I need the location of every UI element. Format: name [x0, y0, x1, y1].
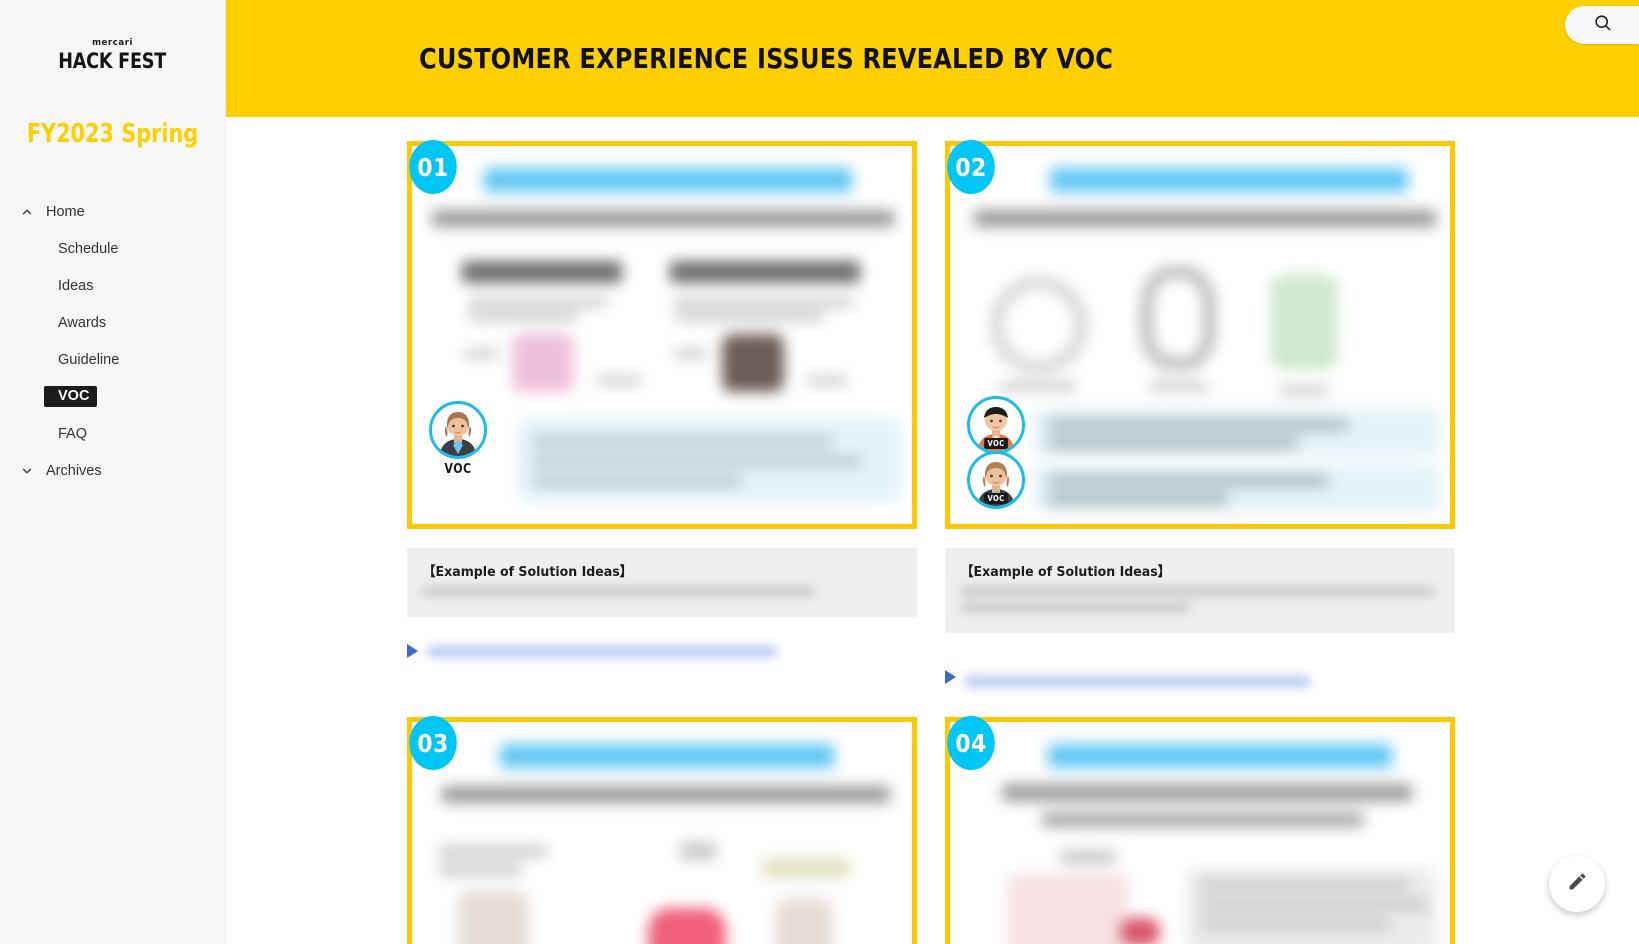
- slide-frame[interactable]: 04: [945, 716, 1455, 944]
- page-header: CUSTOMER EXPERIENCE ISSUES REVEALED BY V…: [226, 0, 1639, 117]
- card-number-badge: 01: [409, 140, 457, 194]
- avatar: VOC: [967, 451, 1025, 509]
- sidebar-item-label: Home: [46, 203, 85, 220]
- slide-image: VOC: [412, 146, 912, 524]
- slide-image: VOC: [950, 146, 1450, 524]
- slide-image: [950, 722, 1450, 944]
- solution-box: 【Example of Solution Ideas】: [407, 548, 917, 617]
- logo-brand-text: mercari: [92, 38, 133, 48]
- slide-frame[interactable]: 02 VOC VOC: [945, 140, 1455, 529]
- site-title: FY2023 Spring: [26, 119, 199, 149]
- sidebar: mercari HACK FEST FY2023 Spring Home Sch…: [0, 0, 226, 944]
- solution-link-text: [427, 645, 777, 657]
- sidebar-item-label: Guideline: [58, 351, 120, 368]
- card-number-badge: 04: [947, 716, 995, 770]
- play-triangle-icon: [407, 644, 418, 658]
- sidebar-item-ideas[interactable]: Ideas: [10, 267, 225, 304]
- avatar-voc-chip: VOC: [984, 438, 1008, 449]
- slide-frame[interactable]: 03: [407, 716, 917, 944]
- sidebar-item-guideline[interactable]: Guideline: [10, 341, 225, 378]
- card-number-badge: 02: [947, 140, 995, 194]
- page-root: mercari HACK FEST FY2023 Spring Home Sch…: [0, 0, 1639, 944]
- sidebar-item-schedule[interactable]: Schedule: [10, 230, 225, 267]
- sidebar-item-awards[interactable]: Awards: [10, 304, 225, 341]
- voc-item-03: 03: [407, 716, 917, 944]
- solution-link[interactable]: [945, 666, 1455, 687]
- voc-item-04: 04: [945, 716, 1455, 944]
- voc-avatar: VOC: [429, 401, 487, 477]
- search-icon: [1593, 13, 1612, 37]
- logo-name-text: HACK FEST: [58, 49, 167, 73]
- sidebar-item-label: FAQ: [58, 425, 88, 442]
- voc-item-01: 01 VOC 【Example of Solution Ideas】: [407, 140, 917, 687]
- pencil-edit-icon: [1567, 871, 1588, 897]
- sidebar-item-voc[interactable]: VOC: [10, 378, 225, 415]
- avatar: VOC: [967, 396, 1025, 454]
- main-content: CUSTOMER EXPERIENCE ISSUES REVEALED BY V…: [226, 0, 1639, 944]
- voc-item-02: 02 VOC VOC 【Example of Solution Ideas】: [945, 140, 1455, 687]
- sidebar-item-label: Ideas: [58, 277, 94, 294]
- chevron-up-icon[interactable]: [16, 205, 38, 219]
- solution-link[interactable]: [407, 644, 917, 658]
- slide-frame[interactable]: 01 VOC: [407, 140, 917, 529]
- solution-box: 【Example of Solution Ideas】: [945, 548, 1455, 633]
- card-number-badge: 03: [409, 716, 457, 770]
- sidebar-nav: Home Schedule Ideas Awards Guideline VOC…: [0, 193, 225, 489]
- avatar-voc-chip: VOC: [984, 493, 1008, 504]
- solution-blurred-text: [961, 587, 1439, 612]
- voc-avatar: VOC: [967, 451, 1025, 509]
- sidebar-item-label: Archives: [46, 462, 102, 479]
- sidebar-item-label: Awards: [58, 314, 107, 331]
- avatar: [429, 401, 487, 459]
- sidebar-item-label-active: VOC: [44, 386, 98, 407]
- cards-grid: 01 VOC 【Example of Solution Ideas】 02 VO…: [407, 140, 1639, 944]
- voc-avatar: VOC: [967, 396, 1025, 454]
- sidebar-item-label: Schedule: [58, 240, 119, 257]
- edit-fab-button[interactable]: [1549, 856, 1605, 912]
- solution-blurred-text: [423, 587, 901, 596]
- page-title: CUSTOMER EXPERIENCE ISSUES REVEALED BY V…: [419, 42, 1114, 75]
- avatar-caption: VOC: [444, 462, 472, 477]
- cards-region: 01 VOC 【Example of Solution Ideas】 02 VO…: [226, 117, 1639, 944]
- search-button[interactable]: [1565, 6, 1639, 44]
- sidebar-item-archives[interactable]: Archives: [10, 452, 225, 489]
- sidebar-item-faq[interactable]: FAQ: [10, 415, 225, 452]
- solution-heading: 【Example of Solution Ideas】: [423, 564, 633, 580]
- chevron-down-icon[interactable]: [16, 464, 38, 478]
- slide-image: [412, 722, 912, 944]
- site-logo[interactable]: mercari HACK FEST: [0, 0, 225, 73]
- solution-link-text: [965, 676, 1310, 687]
- solution-heading: 【Example of Solution Ideas】: [961, 564, 1171, 580]
- play-triangle-icon: [945, 669, 956, 684]
- sidebar-item-home[interactable]: Home: [10, 193, 225, 230]
